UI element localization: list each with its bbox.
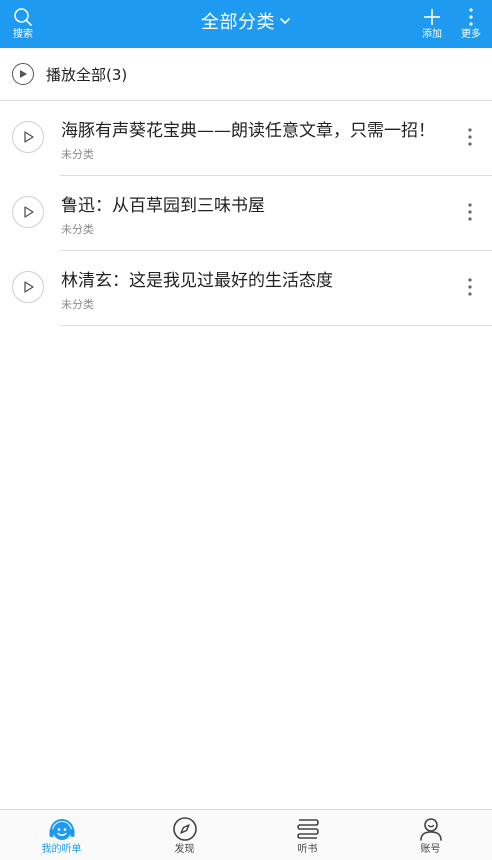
add-button[interactable]: 添加 xyxy=(410,0,454,48)
compass-icon xyxy=(172,816,197,841)
item-category: 未分类 xyxy=(61,148,94,161)
item-more-button[interactable] xyxy=(460,123,480,151)
item-category: 未分类 xyxy=(61,298,94,311)
vertical-dots-icon xyxy=(468,128,472,146)
vertical-dots-icon xyxy=(469,8,473,26)
list-item[interactable]: 鲁迅：从百草园到三味书屋 未分类 xyxy=(0,176,492,251)
tab-label: 账号 xyxy=(420,843,441,855)
book-icon xyxy=(296,818,319,839)
list-item[interactable]: 海豚有声葵花宝典——朗读任意文章，只需一招！ 未分类 xyxy=(0,101,492,176)
bottom-tab-bar: 我的听单 发现 听书 账号 xyxy=(0,809,492,860)
tab-listen-book[interactable]: 听书 xyxy=(246,810,369,860)
tab-account[interactable]: 账号 xyxy=(369,810,492,860)
tab-label: 听书 xyxy=(297,843,318,855)
play-icon xyxy=(24,281,34,293)
more-label: 更多 xyxy=(461,29,481,40)
tab-label: 发现 xyxy=(174,843,195,855)
item-more-button[interactable] xyxy=(460,273,480,301)
item-title: 林清玄：这是我见过最好的生活态度 xyxy=(61,271,333,291)
item-category: 未分类 xyxy=(61,223,94,236)
list-item[interactable]: 林清玄：这是我见过最好的生活态度 未分类 xyxy=(0,251,492,326)
tab-label: 我的听单 xyxy=(41,843,82,855)
item-title: 鲁迅：从百草园到三味书屋 xyxy=(61,196,265,216)
user-icon xyxy=(419,817,442,841)
add-label: 添加 xyxy=(422,29,442,40)
tab-discover[interactable]: 发现 xyxy=(123,810,246,860)
play-icon xyxy=(24,131,34,143)
tab-my-playlist[interactable]: 我的听单 xyxy=(0,810,123,860)
vertical-dots-icon xyxy=(468,278,472,296)
plus-icon xyxy=(424,9,440,25)
item-more-button[interactable] xyxy=(460,198,480,226)
play-all-icon xyxy=(12,63,34,85)
more-button[interactable]: 更多 xyxy=(449,0,492,48)
track-list: 海豚有声葵花宝典——朗读任意文章，只需一招！ 未分类 鲁迅：从百草园到三味书屋 … xyxy=(0,101,492,326)
smiley-headphone-icon xyxy=(49,818,74,840)
top-app-bar: 搜索 全部分类 添加 更多 xyxy=(0,0,492,48)
chevron-down-icon xyxy=(280,18,290,24)
play-all-row[interactable]: 播放全部(3) xyxy=(0,48,492,101)
divider xyxy=(60,325,492,326)
play-button[interactable] xyxy=(12,196,44,228)
page-title: 全部分类 xyxy=(201,12,275,33)
vertical-dots-icon xyxy=(468,203,472,221)
item-title: 海豚有声葵花宝典——朗读任意文章，只需一招！ xyxy=(61,121,435,141)
play-button[interactable] xyxy=(12,121,44,153)
play-button[interactable] xyxy=(12,271,44,303)
play-all-label: 播放全部(3) xyxy=(46,65,128,84)
play-icon xyxy=(24,206,34,218)
